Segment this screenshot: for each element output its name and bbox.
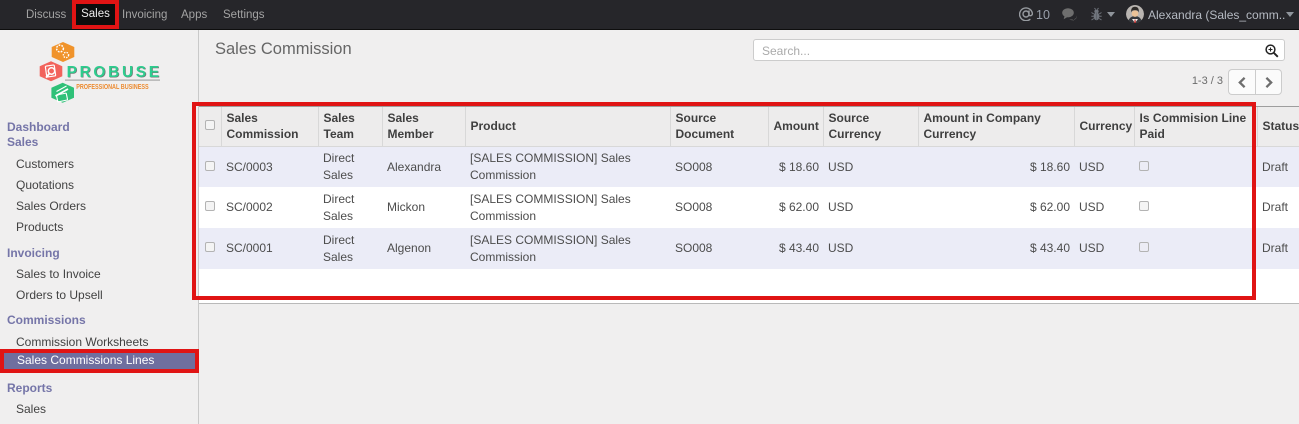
svg-text:PROFESSIONAL BUSINESS: PROFESSIONAL BUSINESS — [76, 82, 149, 91]
svg-text:PROBUSE: PROBUSE — [67, 64, 160, 81]
